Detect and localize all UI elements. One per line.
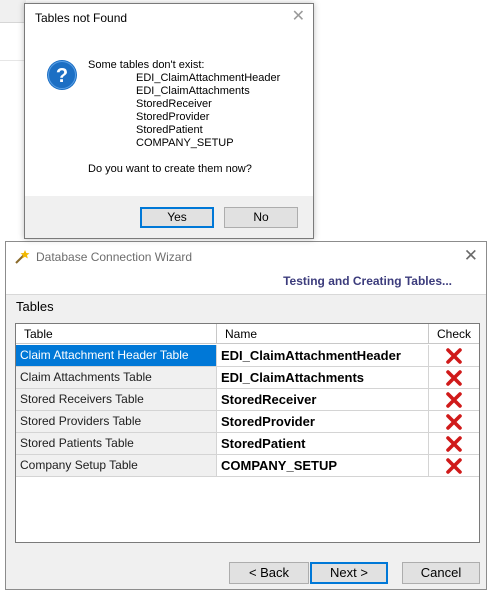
table-cell-check[interactable] — [429, 389, 479, 411]
fail-x-icon — [446, 436, 462, 452]
missing-tables-list: EDI_ClaimAttachmentHeader EDI_ClaimAttac… — [136, 72, 280, 150]
fail-x-icon — [446, 370, 462, 386]
table-cell-table[interactable]: Stored Receivers Table — [16, 389, 217, 411]
table-cell-name[interactable]: StoredPatient — [217, 433, 429, 455]
tables-not-found-dialog: Tables not Found ✕ ? Some tables don't e… — [24, 3, 314, 239]
table-cell-name[interactable]: EDI_ClaimAttachmentHeader — [217, 345, 429, 367]
cancel-button[interactable]: Cancel — [402, 562, 480, 584]
tables-group-label: Tables — [16, 299, 54, 314]
missing-table-item: StoredPatient — [136, 124, 203, 136]
table-cell-name[interactable]: COMPANY_SETUP — [217, 455, 429, 477]
dialog-title: Tables not Found — [35, 11, 128, 25]
wizard-title: Database Connection Wizard — [36, 250, 193, 264]
table-cell-table[interactable]: Stored Providers Table — [16, 411, 217, 433]
missing-table-item: StoredProvider — [136, 111, 210, 123]
table-row[interactable]: Company Setup Table COMPANY_SETUP — [16, 455, 479, 477]
wizard-subtitle: Testing and Creating Tables... — [283, 274, 452, 288]
dialog-close-icon[interactable]: ✕ — [292, 7, 305, 27]
wizard-header: Testing and Creating Tables... — [6, 271, 486, 295]
yes-button[interactable]: Yes — [140, 207, 214, 228]
table-cell-table[interactable]: Stored Patients Table — [16, 433, 217, 455]
table-cell-name[interactable]: EDI_ClaimAttachments — [217, 367, 429, 389]
wizard-title-bar: Database Connection Wizard ✕ — [6, 242, 486, 271]
missing-table-item: EDI_ClaimAttachments — [136, 85, 250, 97]
fail-x-icon — [446, 414, 462, 430]
next-button[interactable]: Next > — [310, 562, 388, 584]
table-row[interactable]: Stored Providers Table StoredProvider — [16, 411, 479, 433]
svg-text:?: ? — [56, 65, 68, 87]
tables-grid: Table Name Check Claim Attachment Header… — [15, 323, 480, 543]
fail-x-icon — [446, 392, 462, 408]
table-cell-check[interactable] — [429, 367, 479, 389]
missing-table-item: StoredReceiver — [136, 98, 212, 110]
column-header-table[interactable]: Table — [16, 324, 217, 344]
wizard-wand-icon — [15, 250, 30, 264]
missing-table-item: EDI_ClaimAttachmentHeader — [136, 72, 281, 84]
dialog-title-bar: Tables not Found ✕ — [25, 4, 313, 32]
background-divider — [0, 60, 26, 61]
column-header-name[interactable]: Name — [217, 324, 429, 344]
column-header-check[interactable]: Check — [429, 324, 479, 344]
missing-table-item: COMPANY_SETUP — [136, 137, 234, 149]
fail-x-icon — [446, 348, 462, 364]
dialog-body: ? Some tables don't exist: EDI_ClaimAtta… — [25, 32, 313, 196]
no-button[interactable]: No — [224, 207, 298, 228]
database-connection-wizard: Database Connection Wizard ✕ Testing and… — [5, 241, 487, 590]
table-cell-table[interactable]: Claim Attachments Table — [16, 367, 217, 389]
table-cell-check[interactable] — [429, 411, 479, 433]
dialog-message: Some tables don't exist: — [88, 59, 205, 71]
background-window-strip — [0, 0, 26, 23]
table-row[interactable]: Stored Receivers Table StoredReceiver — [16, 389, 479, 411]
table-cell-check[interactable] — [429, 433, 479, 455]
table-row[interactable]: Claim Attachment Header Table EDI_ClaimAt… — [16, 345, 479, 367]
wizard-close-icon[interactable]: ✕ — [464, 246, 478, 266]
question-icon: ? — [47, 60, 77, 90]
table-row[interactable]: Stored Patients Table StoredPatient — [16, 433, 479, 455]
back-button[interactable]: < Back — [229, 562, 309, 584]
fail-x-icon — [446, 458, 462, 474]
table-cell-name[interactable]: StoredReceiver — [217, 389, 429, 411]
table-cell-table[interactable]: Claim Attachment Header Table — [16, 345, 217, 367]
table-cell-check[interactable] — [429, 455, 479, 477]
dialog-question: Do you want to create them now? — [88, 163, 252, 175]
table-cell-name[interactable]: StoredProvider — [217, 411, 429, 433]
table-cell-table[interactable]: Company Setup Table — [16, 455, 217, 477]
table-row[interactable]: Claim Attachments Table EDI_ClaimAttachme… — [16, 367, 479, 389]
table-cell-check[interactable] — [429, 345, 479, 367]
